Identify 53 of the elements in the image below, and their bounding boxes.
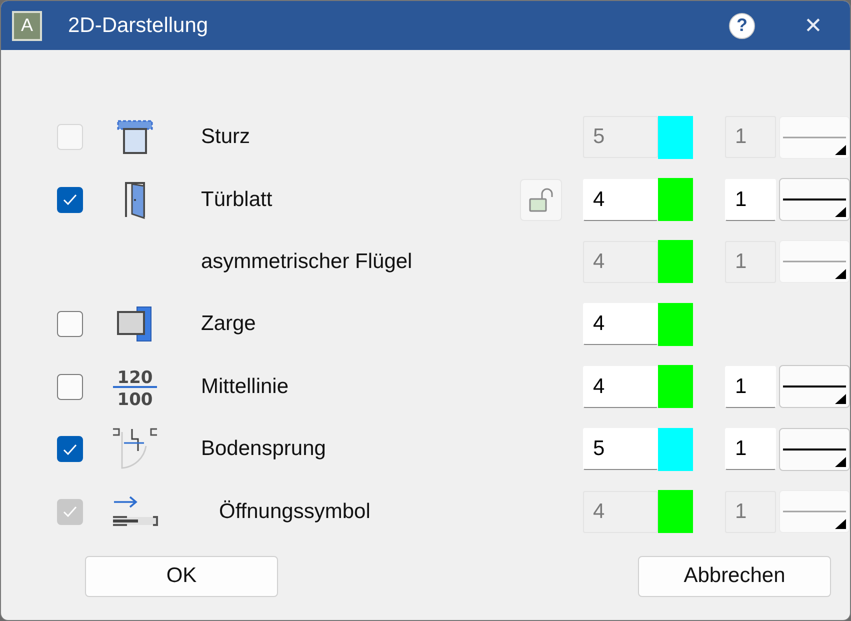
- line-sample-icon: [783, 198, 846, 202]
- color-swatch[interactable]: [658, 302, 693, 346]
- row-label: asymmetrischer Flügel: [201, 250, 414, 274]
- line-sample-icon: [783, 448, 846, 451]
- checkbox[interactable]: [57, 186, 83, 213]
- checkbox[interactable]: [57, 374, 83, 400]
- check-icon: [63, 506, 77, 518]
- color-swatch[interactable]: [658, 365, 693, 408]
- line-sample-icon: [783, 136, 846, 139]
- opening-symbol-icon: [112, 494, 158, 529]
- line-sample-icon: [783, 260, 846, 264]
- line-weight-field[interactable]: 1: [725, 178, 776, 221]
- padlock-icon: [528, 186, 554, 213]
- close-button[interactable]: ✕: [804, 12, 822, 38]
- check-icon: [63, 194, 77, 206]
- dropdown-corner-icon: [835, 394, 846, 404]
- pen-field[interactable]: 4: [583, 303, 658, 346]
- dropdown-corner-icon: [835, 144, 846, 155]
- lintel-icon: [116, 119, 154, 156]
- line-weight-field[interactable]: 1: [725, 428, 776, 470]
- color-swatch[interactable]: [658, 428, 693, 471]
- line-sample-icon: [783, 385, 846, 388]
- row-label: Öffnungssymbol: [218, 500, 372, 524]
- line-style-dropdown[interactable]: [779, 428, 850, 471]
- dropdown-corner-icon: [835, 269, 846, 280]
- line-weight-field[interactable]: 1: [725, 366, 776, 408]
- row-label: Mittellinie: [201, 374, 290, 399]
- app-icon: A: [12, 10, 42, 40]
- row-label: Zarge: [201, 312, 257, 336]
- color-swatch[interactable]: [658, 178, 693, 222]
- line-style-dropdown[interactable]: [779, 178, 850, 222]
- frame-icon: [117, 306, 153, 342]
- dropdown-corner-icon: [835, 519, 846, 530]
- dropdown-corner-icon: [835, 456, 846, 467]
- pen-field[interactable]: 5: [583, 428, 658, 470]
- check-icon: [63, 444, 77, 455]
- lock-button[interactable]: [520, 178, 562, 221]
- line-style-dropdown[interactable]: [779, 365, 850, 408]
- dropdown-corner-icon: [835, 207, 846, 218]
- checkbox[interactable]: [57, 436, 83, 462]
- ok-button[interactable]: OK: [85, 556, 278, 597]
- row-label: Türblatt: [201, 188, 274, 212]
- line-sample-icon: [783, 510, 846, 514]
- window-title: 2D-Darstellung: [68, 14, 210, 38]
- checkbox[interactable]: [57, 311, 83, 338]
- row-label: Bodensprung: [201, 437, 327, 462]
- pen-field[interactable]: 4: [583, 366, 658, 408]
- row-label: Sturz: [201, 125, 252, 150]
- door-icon: [124, 180, 146, 219]
- pen-field[interactable]: 4: [583, 178, 658, 221]
- help-button[interactable]: ?: [729, 12, 755, 38]
- cancel-button[interactable]: Abbrechen: [638, 556, 831, 597]
- floor-spring-icon: [112, 428, 158, 470]
